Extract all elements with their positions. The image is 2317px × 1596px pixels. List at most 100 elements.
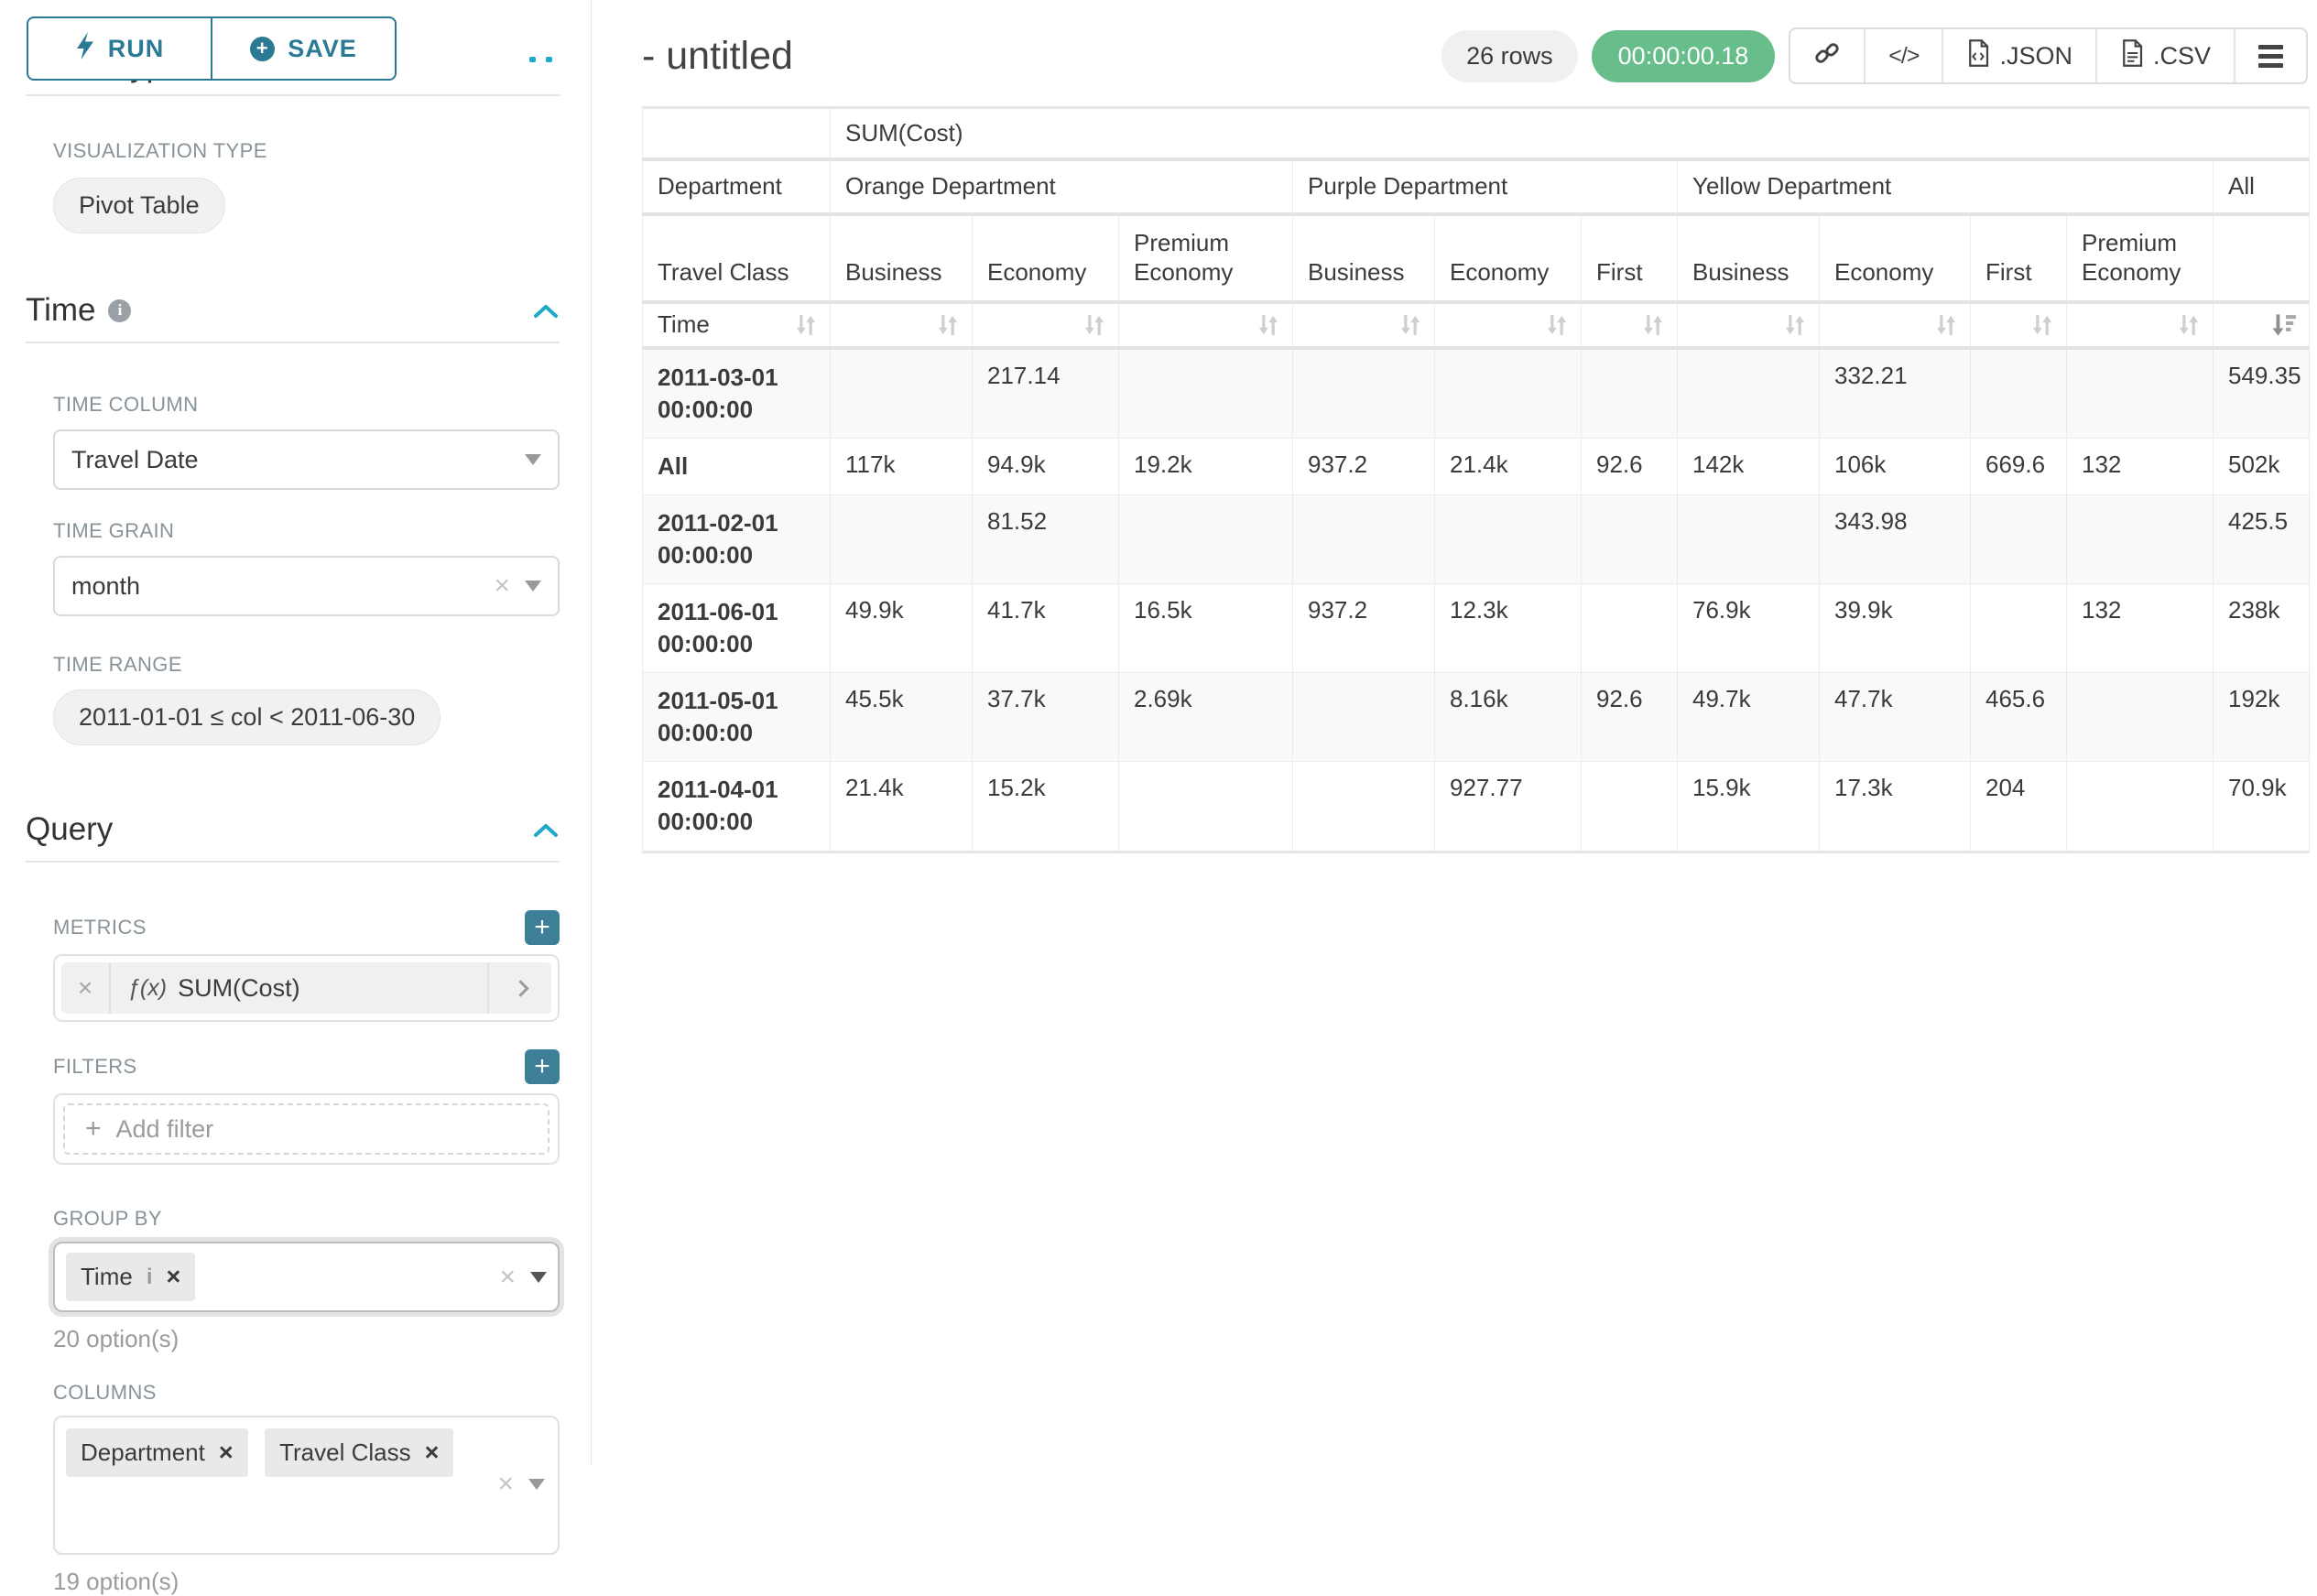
time-column-group: TIME COLUMN Travel Date [53,393,560,490]
table-row: 2011-02-01 00:00:0081.52343.98425.5 [643,494,2310,583]
export-json-button[interactable]: .JSON [1942,29,2095,82]
value-cell: 142k [1678,438,1820,494]
time-grain-value: month [71,572,140,601]
value-cell: 92.6 [1582,673,1678,762]
time-grain-select[interactable]: month × [53,556,560,616]
clear-icon[interactable]: × [497,1471,514,1498]
chevron-right-icon[interactable] [487,962,551,1014]
chart-title[interactable]: - untitled [642,34,1441,79]
plus-icon: + [85,1115,102,1143]
chevron-up-icon[interactable] [532,292,560,329]
run-button[interactable]: RUN [28,18,211,79]
row-label: 2011-05-01 00:00:00 [643,673,831,762]
remove-tag-icon[interactable]: × [425,1440,440,1465]
chart-menu-button[interactable] [2234,29,2306,82]
dropdown-arrow-icon [530,1272,547,1283]
value-cell: 21.4k [1435,438,1582,494]
time-column-select[interactable]: Travel Date [53,429,560,490]
view-query-button[interactable]: </> [1864,29,1942,82]
filters-group: FILTERS + + Add filter [53,1049,560,1165]
time-column-value: Travel Date [71,446,199,474]
add-filter-button[interactable]: + [525,1049,560,1084]
value-cell: 937.2 [1293,583,1435,672]
clear-icon[interactable]: × [499,1264,516,1291]
sort-icon[interactable] [1933,311,1959,339]
sort-control-cell [1435,302,1582,348]
remove-tag-icon[interactable]: × [219,1440,234,1465]
sort-control-cell [1119,302,1293,348]
sort-icon[interactable] [935,311,961,339]
chevron-up-icon-partial [546,57,552,62]
clear-icon[interactable]: × [494,572,510,600]
sort-icon[interactable] [1544,311,1570,339]
save-button[interactable]: + SAVE [211,18,395,79]
value-cell [1582,348,1678,439]
share-link-button[interactable] [1790,29,1864,82]
value-cell: 465.6 [1971,673,2067,762]
dropdown-arrow-icon [525,454,541,465]
filters-container: + Add filter [53,1093,560,1165]
sort-icon[interactable] [1082,311,1107,339]
sort-desc-icon[interactable] [2270,311,2298,339]
remove-metric-icon[interactable]: × [61,962,111,1014]
row-label: 2011-02-01 00:00:00 [643,494,831,583]
info-icon: i [147,1265,153,1290]
value-cell [1119,494,1293,583]
value-cell: 15.2k [973,762,1119,852]
sort-icon[interactable] [1256,311,1281,339]
time-section-header[interactable]: Time i [26,292,560,329]
columns-select[interactable]: Department × Travel Class × × [53,1416,560,1555]
metric-header-cell: SUM(Cost) [831,108,2310,159]
value-cell [1435,494,1582,583]
table-row: 2011-04-01 00:00:0021.4k15.2k927.7715.9k… [643,762,2310,852]
metric-header-row: SUM(Cost) [643,108,2310,159]
plus-circle-icon: + [250,37,275,61]
travel-class-header: Economy [1820,214,1971,302]
remove-tag-icon[interactable]: × [166,1265,180,1289]
columns-tag[interactable]: Travel Class × [265,1428,453,1477]
value-cell [831,348,973,439]
value-cell [1293,762,1435,852]
export-csv-button[interactable]: .CSV [2095,29,2234,82]
chevron-up-icon[interactable] [532,811,560,848]
group-by-label: GROUP BY [53,1207,560,1231]
add-metric-button[interactable]: + [525,910,560,945]
department-dim-label: Department [643,159,831,214]
time-range-pill[interactable]: 2011-01-01 ≤ col < 2011-06-30 [53,689,441,745]
value-cell: 549.35 [2214,348,2310,439]
travel-class-header: Economy [973,214,1119,302]
value-cell [1293,673,1435,762]
time-range-group: TIME RANGE 2011-01-01 ≤ col < 2011-06-30 [53,653,560,745]
value-cell [1971,348,2067,439]
group-by-select[interactable]: Time i × × [53,1242,560,1312]
value-cell: 92.6 [1582,438,1678,494]
add-filter-dropzone[interactable]: + Add filter [63,1103,549,1155]
pivot-table-container: SUM(Cost)DepartmentOrange DepartmentPurp… [642,106,2317,853]
value-cell: 41.7k [973,583,1119,672]
sort-icon[interactable] [793,311,819,339]
sort-control-cell [1820,302,1971,348]
sort-control-cell [2214,302,2310,348]
sort-icon[interactable] [2029,311,2055,339]
visualization-type-pill[interactable]: Pivot Table [53,178,225,233]
metric-item[interactable]: × ƒ(x) SUM(Cost) [61,962,551,1014]
sort-icon[interactable] [1782,311,1808,339]
columns-tag[interactable]: Department × [66,1428,248,1477]
row-dim-label: Time [643,302,831,348]
query-section-header[interactable]: Query [26,811,560,848]
metric-name: SUM(Cost) [178,974,300,1003]
sort-icon[interactable] [1640,311,1666,339]
value-cell: 502k [2214,438,2310,494]
dropdown-arrow-icon [525,581,541,592]
sort-control-cell [1582,302,1678,348]
department-group-header: All [2214,159,2310,214]
value-cell [831,494,973,583]
columns-group: COLUMNS Department × Travel Class × × 19… [53,1381,560,1596]
sort-icon[interactable] [2176,311,2202,339]
group-by-tag[interactable]: Time i × [66,1253,195,1301]
section-divider [26,861,560,863]
sort-icon[interactable] [1398,311,1423,339]
value-cell: 76.9k [1678,583,1820,672]
time-range-label: TIME RANGE [53,653,560,677]
chevron-up-icon-partial [529,57,536,62]
